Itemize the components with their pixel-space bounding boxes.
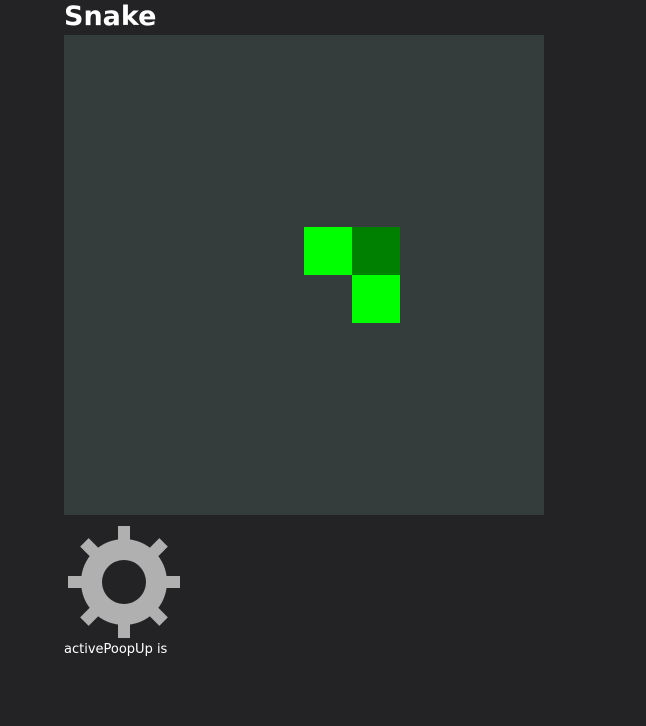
game-title: Snake	[64, 1, 157, 32]
status-text: activePoopUp is	[64, 642, 172, 657]
snake-segment	[304, 227, 352, 275]
game-board[interactable]	[64, 35, 544, 515]
settings-button[interactable]	[66, 524, 182, 640]
snake-segment	[352, 275, 400, 323]
gear-icon	[68, 526, 180, 638]
snake-head	[352, 227, 400, 275]
